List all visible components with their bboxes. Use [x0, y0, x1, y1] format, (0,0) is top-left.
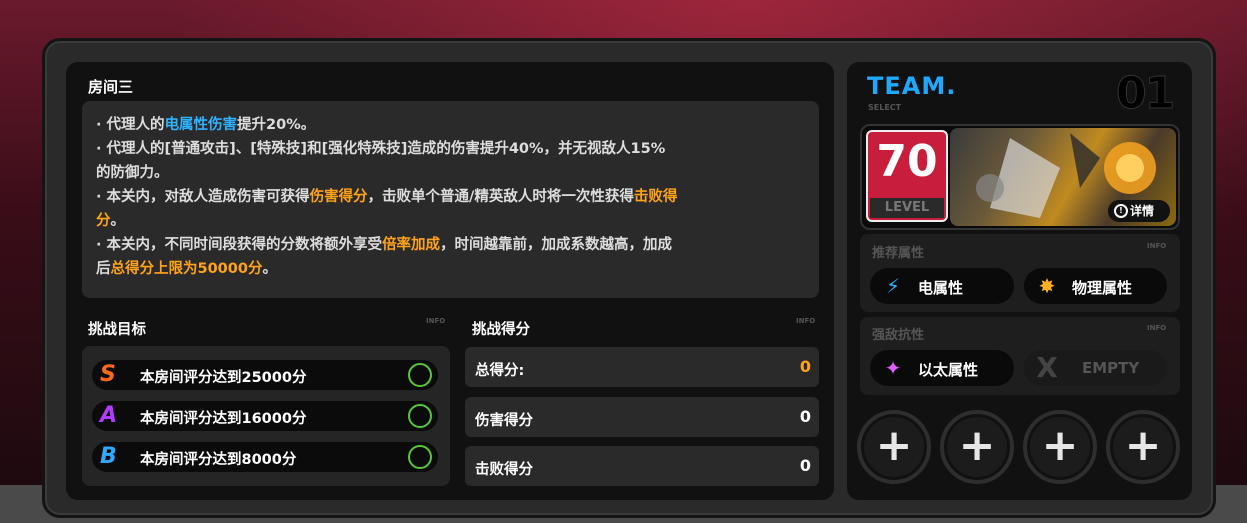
goal-text: 本房间评分达到8000分: [140, 452, 297, 468]
attr-label: EMPTY: [1082, 359, 1140, 377]
info-circle-icon: !: [1114, 204, 1128, 218]
score-value: 0: [799, 357, 811, 376]
goal-status-ring-icon: [408, 445, 432, 469]
goals-info-tag: INFO: [426, 317, 446, 325]
goal-row-a: A 本房间评分达到16000分: [92, 401, 438, 431]
score-value: 0: [799, 456, 811, 475]
level-number: 70: [876, 136, 938, 187]
desc-text: ，击败单个普通/精英敌人时将一次性获得: [367, 189, 634, 205]
desc-text: · 本关内，对敌人造成伤害可获得: [96, 189, 310, 205]
goal-status-ring-icon: [408, 363, 432, 387]
plus-icon: +: [958, 420, 996, 471]
desc-text: 。: [262, 261, 277, 277]
goal-text: 本房间评分达到16000分: [140, 411, 307, 427]
grade-s-icon: S: [100, 362, 116, 387]
desc-line: · 本关内，不同时间段获得的分数将额外享受倍率加成，时间越靠前，加成系数越高，加…: [96, 233, 805, 257]
desc-text: 后: [96, 261, 111, 277]
lightning-icon: ⚡: [885, 274, 901, 298]
resist-info-tag: INFO: [1147, 324, 1167, 332]
recommend-title: 推荐属性: [872, 246, 925, 261]
grade-a-icon: A: [100, 403, 118, 428]
desc-line: 后总得分上限为50000分。: [96, 257, 805, 281]
resist-title: 强敌抗性: [872, 328, 925, 343]
score-label: 总得分:: [475, 363, 525, 379]
desc-text: 。: [110, 213, 126, 229]
goal-row-b: B 本房间评分达到8000分: [92, 442, 438, 472]
desc-text: · 本关内，不同时间段获得的分数将额外享受: [96, 237, 383, 253]
plus-icon: +: [875, 420, 913, 471]
score-row-defeat: 击败得分 0: [465, 446, 819, 486]
attr-label: 以太属性: [918, 361, 979, 379]
attr-label: 物理属性: [1072, 279, 1133, 297]
team-select-label: SELECT: [868, 103, 902, 112]
desc-highlight: 分: [96, 213, 111, 229]
room-title: 房间三: [88, 78, 134, 96]
desc-highlight: 伤害得分: [309, 189, 368, 205]
recommend-info-tag: INFO: [1147, 242, 1167, 250]
add-member-slot-3[interactable]: +: [1023, 410, 1097, 484]
desc-text: · 代理人的: [96, 117, 165, 133]
score-label: 伤害得分: [475, 413, 533, 429]
scores-info-tag: INFO: [796, 317, 816, 325]
goal-text: 本房间评分达到25000分: [140, 370, 307, 386]
desc-highlight: 击败得: [633, 189, 678, 205]
score-label: 击败得分: [475, 462, 533, 478]
resist-empty: X EMPTY: [1024, 350, 1167, 386]
desc-highlight: 电属性伤害: [164, 117, 238, 133]
goals-title: 挑战目标: [88, 322, 146, 338]
desc-line: · 代理人的电属性伤害提升20%。: [96, 113, 805, 137]
level-label: LEVEL: [870, 198, 944, 218]
add-member-slot-4[interactable]: +: [1106, 410, 1180, 484]
plus-icon: +: [1124, 420, 1162, 471]
score-row-damage: 伤害得分 0: [465, 397, 819, 437]
desc-line: · 本关内，对敌人造成伤害可获得伤害得分，击败单个普通/精英敌人时将一次性获得击…: [96, 185, 805, 209]
add-member-slot-2[interactable]: +: [940, 410, 1014, 484]
physical-icon: ✸: [1038, 274, 1056, 298]
detail-label: 详情: [1130, 204, 1155, 218]
goal-status-ring-icon: [408, 404, 432, 428]
desc-line: 的防御力。: [96, 165, 169, 181]
desc-highlight: 倍率加成: [382, 237, 441, 253]
add-member-slot-1[interactable]: +: [857, 410, 931, 484]
resist-ether[interactable]: ✦ 以太属性: [870, 350, 1014, 386]
team-number: 01: [1115, 68, 1175, 120]
scores-title: 挑战得分: [472, 322, 530, 338]
desc-line: 分。: [96, 209, 805, 233]
desc-text: 提升20%。: [237, 117, 316, 133]
empty-x-icon: X: [1036, 351, 1058, 384]
plus-icon: +: [1041, 420, 1079, 471]
desc-line: · 代理人的[普通攻击]、[特殊技]和[强化特殊技]造成的伤害提升40%，并无视…: [96, 141, 666, 157]
attr-label: 电属性: [918, 279, 964, 297]
goal-row-s: S 本房间评分达到25000分: [92, 360, 438, 390]
detail-button[interactable]: ! 详情: [1108, 200, 1170, 222]
score-value: 0: [799, 407, 811, 426]
room-description: · 代理人的电属性伤害提升20%。 · 代理人的[普通攻击]、[特殊技]和[强化…: [82, 101, 819, 298]
desc-text: ，时间越靠前，加成系数越高，加成: [440, 237, 673, 253]
recommend-physical[interactable]: ✸ 物理属性: [1024, 268, 1167, 304]
desc-highlight: 总得分上限为50000分: [110, 261, 263, 277]
recommend-electric[interactable]: ⚡ 电属性: [870, 268, 1014, 304]
team-title: TEAM.: [867, 72, 957, 100]
grade-b-icon: B: [100, 444, 117, 469]
score-row-total: 总得分: 0: [465, 347, 819, 387]
level-badge: 70 LEVEL: [866, 130, 948, 222]
ether-icon: ✦: [884, 356, 902, 380]
